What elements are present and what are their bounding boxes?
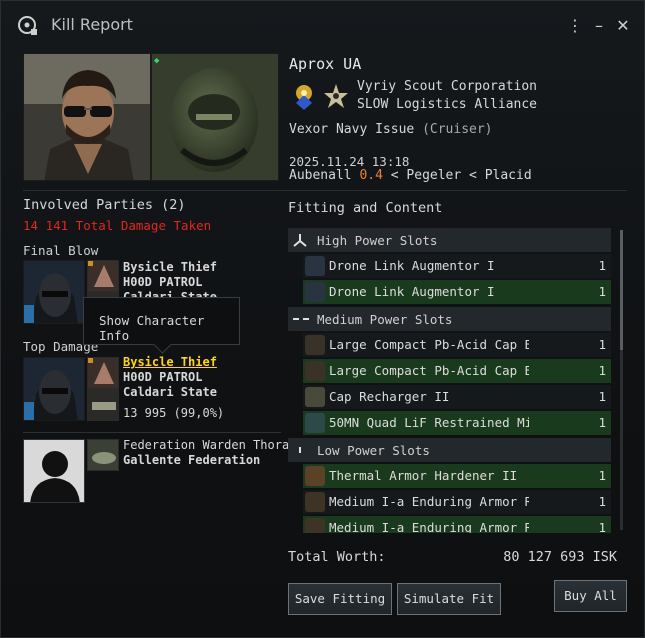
fitting-item[interactable]: Medium I-a Enduring Armor Repairer 1	[303, 490, 611, 514]
npc-portrait[interactable]	[23, 439, 85, 503]
group-label: Low Power Slots	[317, 443, 430, 458]
item-name: Medium I-a Enduring Armor Repairer	[329, 520, 529, 533]
item-name: Large Compact Pb-Acid Cap Battery	[329, 337, 529, 352]
simulate-fit-button[interactable]: Simulate Fit	[397, 583, 501, 615]
high-slot-icon	[292, 232, 308, 251]
fitting-item[interactable]: Drone Link Augmentor I 1	[303, 254, 611, 278]
character-info-tooltip: Show Character Info	[83, 297, 240, 345]
item-name: 50MN Quad LiF Restrained Microwarpdrive	[329, 415, 529, 430]
item-name: Drone Link Augmentor I	[329, 284, 495, 299]
item-qty: 1	[598, 258, 606, 273]
item-qty: 1	[598, 284, 606, 299]
armor-repairer-icon	[305, 492, 325, 512]
npc-name[interactable]: Federation Warden Thorax	[123, 438, 296, 452]
fitted-indicator-icon: ◆	[154, 56, 160, 66]
mid-slot-icon	[292, 311, 310, 330]
final-blow-name[interactable]: Bysicle Thief	[123, 260, 217, 274]
ship-name[interactable]: Vexor Navy Issue	[289, 122, 414, 137]
low-slots-group[interactable]: Low Power Slots	[288, 438, 611, 462]
save-fitting-button[interactable]: Save Fitting	[288, 583, 392, 615]
header-divider	[23, 190, 627, 191]
minimize-icon[interactable]: –	[589, 15, 609, 37]
kill-date: 2025.11.24 13:18	[289, 154, 410, 169]
victim-name[interactable]: Aprox UA	[289, 55, 361, 73]
title-bar[interactable]: Kill Report ⋮ – ✕	[1, 1, 645, 49]
drone-link-augmentor-icon	[305, 256, 325, 276]
top-damage-faction[interactable]: Caldari State	[123, 385, 217, 399]
item-qty: 1	[598, 389, 606, 404]
involved-parties-header: Involved Parties (2)	[23, 197, 186, 213]
item-name: Large Compact Pb-Acid Cap Battery	[329, 363, 529, 378]
final-blow-label: Final Blow	[23, 243, 99, 258]
victim-portrait[interactable]	[23, 53, 151, 181]
high-slots-group[interactable]: High Power Slots	[288, 228, 611, 252]
item-qty: 1	[598, 468, 606, 483]
fitting-scrollbar-thumb[interactable]	[620, 230, 623, 350]
corporation-logo-icon[interactable]	[289, 81, 319, 111]
cap-battery-icon	[305, 335, 325, 355]
npc-ship-icon[interactable]	[87, 439, 119, 471]
fitting-item[interactable]: Large Compact Pb-Acid Cap Battery 1	[303, 333, 611, 357]
window-title: Kill Report	[51, 15, 133, 34]
final-blow-corp[interactable]: H00D PATROL	[123, 275, 202, 289]
top-damage-weapon-icon[interactable]	[87, 389, 119, 421]
fitting-item[interactable]: Drone Link Augmentor I 1	[303, 280, 611, 304]
fitting-list[interactable]: High Power Slots Drone Link Augmentor I …	[288, 228, 611, 533]
victim-corporation[interactable]: Vyriy Scout Corporation	[357, 79, 537, 94]
top-damage-amount: 13 995 (99,0%)	[123, 406, 225, 420]
total-worth-value: 80 127 693 ISK	[503, 549, 617, 565]
item-qty: 1	[598, 494, 606, 509]
armor-hardener-icon	[305, 466, 325, 486]
kill-location: Aubenall 0.4 < Pegeler < Placid	[289, 168, 532, 183]
close-icon[interactable]: ✕	[613, 15, 633, 37]
item-name: Drone Link Augmentor I	[329, 258, 495, 273]
buy-all-button[interactable]: Buy All	[554, 580, 627, 612]
group-label: Medium Power Slots	[317, 312, 453, 327]
cap-recharger-icon	[305, 387, 325, 407]
top-damage-name[interactable]: Bysicle Thief	[123, 355, 217, 369]
kill-report-icon	[17, 15, 39, 37]
item-name: Thermal Armor Hardener II	[329, 468, 518, 483]
victim-alliance[interactable]: SLOW Logistics Alliance	[357, 97, 537, 112]
top-damage-ship-icon[interactable]	[87, 357, 119, 389]
fitting-header: Fitting and Content	[288, 200, 443, 216]
item-qty: 1	[598, 415, 606, 430]
group-label: High Power Slots	[317, 233, 438, 248]
item-name: Medium I-a Enduring Armor Repairer	[329, 494, 529, 509]
attacker-ship-icon[interactable]	[87, 260, 119, 292]
victim-ship: Vexor Navy Issue (Cruiser)	[289, 122, 493, 137]
fitting-item[interactable]: Medium I-a Enduring Armor Repairer 1	[303, 516, 611, 533]
npc-faction[interactable]: Gallente Federation	[123, 453, 260, 467]
item-qty: 1	[598, 363, 606, 378]
alliance-logo-icon[interactable]	[321, 81, 351, 111]
cap-battery-icon	[305, 361, 325, 381]
fitting-item[interactable]: Large Compact Pb-Acid Cap Battery 1	[303, 359, 611, 383]
armor-repairer-icon	[305, 518, 325, 533]
fitting-item[interactable]: 50MN Quad LiF Restrained Microwarpdrive …	[303, 411, 611, 435]
item-name: Cap Recharger II	[329, 389, 450, 404]
constellation-link[interactable]: < Pegeler	[391, 168, 461, 183]
options-menu-icon[interactable]: ⋮	[565, 15, 585, 37]
region-link[interactable]: < Placid	[469, 168, 532, 183]
item-qty: 1	[598, 337, 606, 352]
top-damage-portrait[interactable]	[23, 357, 85, 421]
ship-image[interactable]: ◆	[151, 53, 279, 181]
final-blow-portrait[interactable]	[23, 260, 85, 324]
solar-system-link[interactable]: Aubenall	[289, 168, 352, 183]
top-damage-corp[interactable]: H00D PATROL	[123, 370, 202, 384]
security-status: 0.4	[359, 168, 383, 183]
kill-report-window: Kill Report ⋮ – ✕ ◆ Aprox UA Vyriy Scout…	[0, 0, 645, 638]
medium-slots-group[interactable]: Medium Power Slots	[288, 307, 611, 331]
drone-link-augmentor-icon	[305, 282, 325, 302]
item-qty: 1	[598, 520, 606, 533]
total-worth-label: Total Worth:	[288, 549, 386, 565]
total-damage: 14 141 Total Damage Taken	[23, 218, 212, 233]
fitting-item[interactable]: Cap Recharger II 1	[303, 385, 611, 409]
ship-class: (Cruiser)	[422, 122, 493, 137]
microwarpdrive-icon	[305, 413, 325, 433]
involved-divider	[23, 432, 281, 433]
fitting-item[interactable]: Thermal Armor Hardener II 1	[303, 464, 611, 488]
low-slot-icon	[292, 442, 308, 461]
